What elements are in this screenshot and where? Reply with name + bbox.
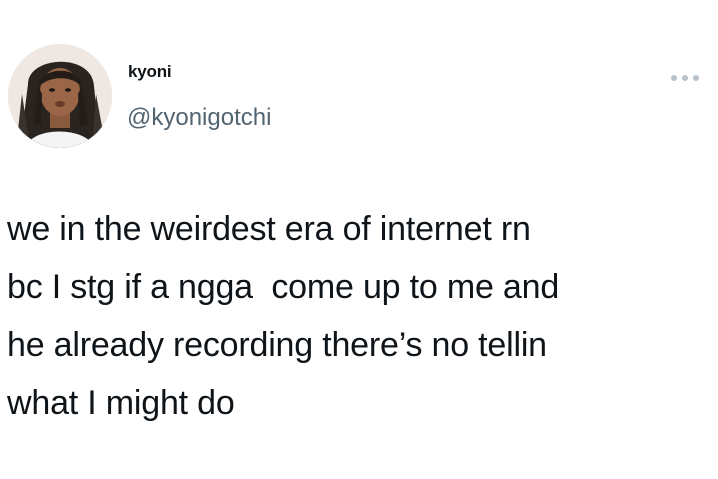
more-options-button[interactable] [668, 70, 708, 86]
avatar[interactable] [8, 44, 112, 148]
profile-photo-icon [8, 44, 112, 148]
author-display-name[interactable]: kyoni [128, 62, 172, 82]
tweet-text-line: we in the weirdest era of internet rn [7, 210, 531, 248]
author-handle[interactable]: @kyonigotchi [127, 104, 271, 132]
tweet-text-line: what I might do [7, 384, 235, 422]
tweet-card: kyoni @kyonigotchi we in the weirdest er… [0, 0, 718, 479]
tweet-text-line: bc I stg if a ngga come up to me and [7, 268, 560, 306]
tweet-text: we in the weirdest era of internet rn bc … [7, 200, 713, 432]
ellipsis-icon [671, 75, 699, 81]
tweet-text-line: he already recording there’s no tellin [7, 326, 547, 364]
